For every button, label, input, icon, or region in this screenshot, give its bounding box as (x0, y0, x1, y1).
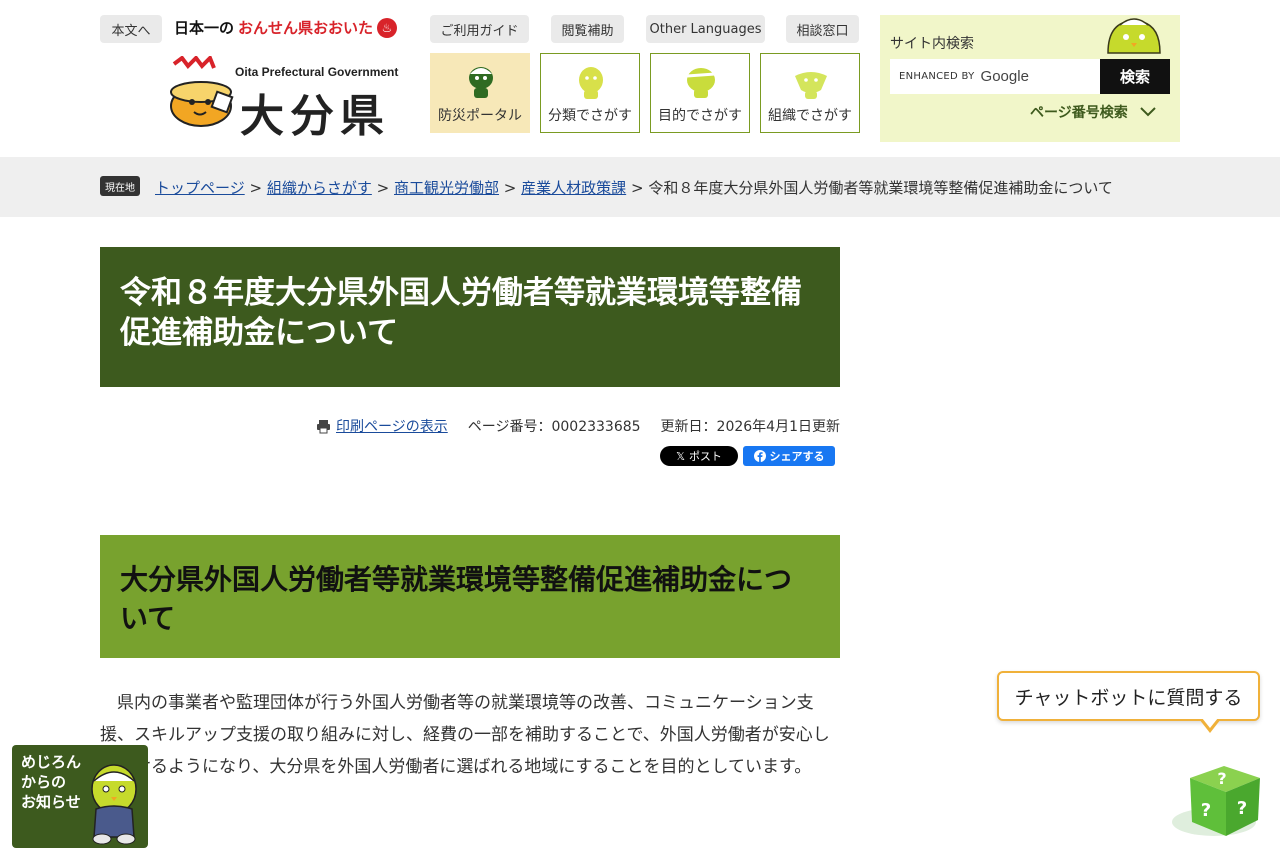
breadcrumb-link-organization[interactable]: 組織からさがす (267, 179, 372, 197)
page-number: ページ番号：0002333685 (467, 419, 641, 435)
x-post-label: ポスト (688, 450, 722, 463)
site-search-panel: サイト内検索 ENHANCED BY Google 検索 ページ番号検索 (880, 15, 1180, 142)
page-number-search-label: ページ番号検索 (1030, 105, 1128, 121)
disaster-portal-nav[interactable]: 防災ポータル (430, 53, 530, 133)
nav-label: 目的でさがす (658, 108, 742, 124)
breadcrumb-separator: > (630, 179, 644, 197)
breadcrumb-separator: > (503, 179, 517, 197)
chevron-down-icon (1140, 107, 1156, 117)
google-label: Google (980, 68, 1029, 85)
mascot-purpose-icon (686, 68, 716, 98)
svg-text:?: ? (1217, 769, 1226, 788)
facebook-share-label: シェアする (769, 450, 825, 463)
breadcrumb-link-department[interactable]: 商工観光労働部 (394, 179, 499, 197)
onsen-icon: ♨ (377, 17, 398, 38)
logo-english-name: Oita Prefectural Government (235, 65, 399, 79)
mascot-category-icon (579, 67, 603, 99)
print-page-link[interactable]: 印刷ページの表示 (336, 416, 448, 436)
breadcrumb-current: 令和８年度大分県外国人労働者等就業環境等整備促進補助金について (648, 179, 1113, 197)
consultation-link[interactable]: 相談窓口 (786, 15, 859, 43)
nav-label: 防災ポータル (438, 108, 522, 124)
mascot-organization-icon (795, 72, 827, 99)
chat-bubble-tail-inner (1202, 718, 1218, 728)
enhanced-by-label: ENHANCED BY (899, 71, 975, 82)
news-widget-label: めじろん からの お知らせ (21, 753, 82, 811)
skip-to-content-link[interactable]: 本文へ (100, 15, 162, 43)
tagline-highlight: おんせん県おおいた (238, 19, 374, 37)
search-input[interactable]: ENHANCED BY Google (890, 59, 1100, 94)
print-link-wrap[interactable]: 印刷ページの表示 (316, 416, 448, 436)
disaster-mascot-icon (469, 67, 493, 98)
facebook-icon (753, 450, 766, 462)
logo-japanese-name[interactable]: 大分県 (240, 80, 390, 144)
mejiron-logo-icon[interactable] (166, 56, 236, 130)
svg-text:?: ? (1237, 798, 1247, 819)
page-title: 令和８年度大分県外国人労働者等就業環境等整備促進補助金について (100, 247, 840, 387)
updated-date: 更新日：2026年4月1日更新 (660, 419, 840, 435)
printer-icon (317, 419, 331, 433)
breadcrumb-separator: > (376, 179, 390, 197)
nav-label: 組織でさがす (768, 108, 852, 124)
section-heading: 大分県外国人労働者等就業環境等整備促進補助金について (100, 535, 840, 658)
facebook-share-button[interactable]: シェアする (743, 446, 835, 466)
current-location-badge: 現在地 (100, 176, 140, 196)
browse-by-category-nav[interactable]: 分類でさがす (540, 53, 640, 133)
breadcrumb-link-top[interactable]: トップページ (155, 179, 245, 197)
body-paragraph: 県内の事業者や監理団体が行う外国人労働者等の就業環境等の改善、コミュニケーション… (100, 693, 830, 777)
onsen-tagline[interactable]: 日本一の おんせん県おおいた ♨ (174, 17, 398, 38)
x-logo-icon: 𝕏 (676, 449, 685, 463)
mejiron-news-widget[interactable]: めじろん からの お知らせ (12, 745, 148, 848)
chatbot-prompt-bubble[interactable]: チャットボットに質問する (997, 671, 1260, 721)
browse-by-organization-nav[interactable]: 組織でさがす (760, 53, 860, 133)
breadcrumb-separator: > (249, 179, 263, 197)
breadcrumb-trail: トップページ > 組織からさがす > 商工観光労働部 > 産業人材政策課 > 令… (155, 177, 1113, 198)
svg-text:?: ? (1201, 800, 1211, 821)
tagline-prefix: 日本一の (174, 19, 235, 37)
search-title: サイト内検索 (890, 36, 974, 52)
x-post-button[interactable]: 𝕏 ポスト (660, 446, 738, 466)
mejiron-mascot-icon (91, 764, 137, 845)
browse-by-purpose-nav[interactable]: 目的でさがす (650, 53, 750, 133)
nav-label: 分類でさがす (548, 108, 632, 124)
breadcrumb-link-division[interactable]: 産業人材政策課 (521, 179, 626, 197)
accessibility-link[interactable]: 閲覧補助 (551, 15, 624, 43)
page-meta: 印刷ページの表示 ページ番号：0002333685 更新日：2026年4月1日更… (100, 416, 840, 436)
mascot-search-icon (1107, 18, 1161, 54)
breadcrumb: 現在地 トップページ > 組織からさがす > 商工観光労働部 > 産業人材政策課… (0, 157, 1280, 217)
search-button[interactable]: 検索 (1100, 59, 1170, 94)
share-buttons: 𝕏 ポスト シェアする (660, 446, 835, 466)
other-languages-link[interactable]: Other Languages (646, 15, 765, 43)
chatbot-cube-icon[interactable]: ? ? ? (1172, 764, 1264, 840)
page-number-search-toggle[interactable]: ページ番号検索 (1030, 102, 1156, 122)
guide-link[interactable]: ご利用ガイド (430, 15, 529, 43)
